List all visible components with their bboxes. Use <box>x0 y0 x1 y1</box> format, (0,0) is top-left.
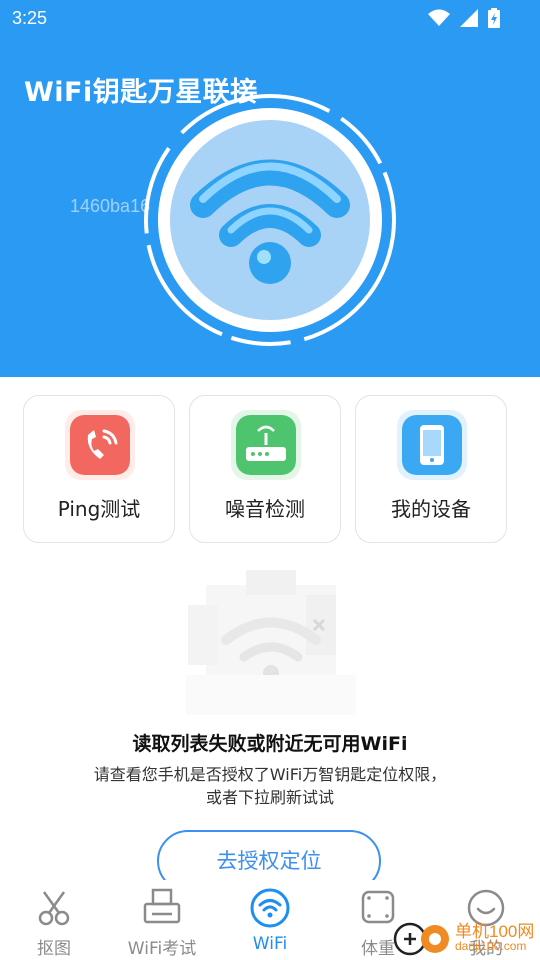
empty-state-description: 请查看您手机是否授权了WiFi万智钥匙定位权限， 或者下拉刷新试试 <box>0 763 540 809</box>
empty-state-desc-line1: 请查看您手机是否授权了WiFi万智钥匙定位权限， <box>93 765 447 784</box>
phone-icon <box>402 415 462 475</box>
tool-grid: Ping测试 噪音检测 我的设备 <box>23 395 507 545</box>
wifi-ring-icon <box>144 94 396 346</box>
nav-item-exam[interactable]: WiFi考试 <box>108 880 216 960</box>
device-id: 1460ba16 <box>70 196 151 216</box>
no-wifi-illustration-icon <box>186 570 356 715</box>
empty-state-title: 读取列表失败或附近无可用WiFi <box>132 733 408 755</box>
tool-card-noise[interactable]: 噪音检测 <box>189 395 341 543</box>
wifi-icon <box>250 888 290 928</box>
status-time: 3:25 <box>12 8 48 28</box>
phone-icon-wrap <box>397 410 467 480</box>
battery-icon <box>488 8 500 28</box>
router-icon <box>236 415 296 475</box>
app-title: WiFi钥匙万星联接 <box>24 77 258 108</box>
ping-icon <box>70 415 130 475</box>
nav-label-exam: WiFi考试 <box>127 939 197 959</box>
nav-item-wifi[interactable]: WiFi <box>216 880 324 960</box>
scale-icon <box>361 890 395 924</box>
tool-card-devices[interactable]: 我的设备 <box>355 395 507 543</box>
status-bar: 3:25 <box>0 0 540 36</box>
tool-label-ping: Ping测试 <box>57 497 141 521</box>
wifi-signal-icon <box>428 9 450 26</box>
empty-state-desc-line2: 或者下拉刷新试试 <box>205 788 334 807</box>
cell-signal-icon <box>460 9 478 27</box>
scissors-icon <box>38 891 70 926</box>
watermark-logo-icon <box>393 922 449 956</box>
watermark-sub: danji100.com <box>455 939 527 953</box>
printer-icon <box>143 888 181 924</box>
tool-card-ping[interactable]: Ping测试 <box>23 395 175 543</box>
watermark: 单机100网 danji100.com <box>393 915 540 960</box>
nav-label-wifi: WiFi <box>252 934 288 954</box>
nav-item-cutout[interactable]: 抠图 <box>0 880 108 960</box>
tool-label-noise: 噪音检测 <box>225 497 305 521</box>
ping-icon-wrap <box>65 410 135 480</box>
nav-label-cutout: 抠图 <box>37 939 71 959</box>
hero-header: 3:25 WiFi钥匙万星联接 1460ba16 <box>0 0 540 377</box>
router-icon-wrap <box>231 410 301 480</box>
tool-label-devices: 我的设备 <box>391 497 471 521</box>
status-icons <box>428 8 500 28</box>
